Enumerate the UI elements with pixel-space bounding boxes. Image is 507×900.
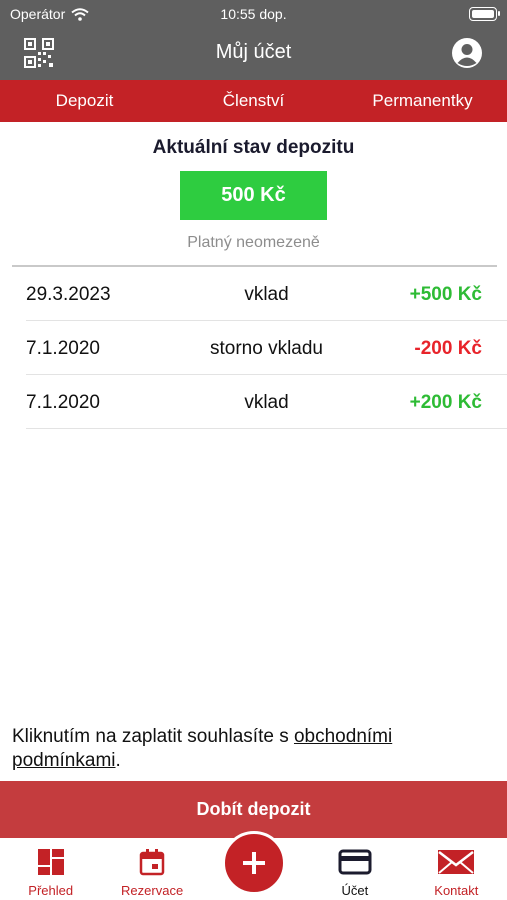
dashboard-icon bbox=[37, 849, 64, 875]
topup-button[interactable]: Dobít depozit bbox=[0, 781, 507, 838]
nav-item-reservations[interactable]: Rezervace bbox=[101, 838, 202, 900]
nav-label: Rezervace bbox=[121, 883, 184, 898]
transaction-row: 29.3.2023 vklad +500 Kč bbox=[26, 267, 507, 321]
terms-suffix: . bbox=[115, 750, 121, 771]
transaction-row: 7.1.2020 storno vkladu -200 Kč bbox=[26, 321, 507, 375]
add-button[interactable] bbox=[222, 831, 286, 895]
account-tabs: Depozit Členství Permanentky bbox=[0, 80, 507, 122]
validity-text: Platný neomezeně bbox=[187, 234, 320, 251]
transaction-type: storno vkladu bbox=[209, 338, 323, 359]
nav-bar: Můj účet bbox=[0, 28, 507, 80]
balance-badge: 500 Kč bbox=[180, 171, 327, 220]
plus-icon bbox=[243, 852, 265, 874]
mail-icon bbox=[438, 850, 475, 874]
nav-label: Účet bbox=[341, 883, 369, 898]
calendar-icon bbox=[139, 849, 165, 876]
clock: 10:55 dop. bbox=[220, 6, 287, 22]
page-title: Můj účet bbox=[215, 41, 292, 63]
transaction-list: 29.3.2023 vklad +500 Kč 7.1.2020 storno … bbox=[26, 267, 507, 429]
tab-membership[interactable]: Členství bbox=[169, 80, 338, 122]
transaction-amount: -200 Kč bbox=[414, 338, 482, 359]
terms-text: Kliknutím na zaplatit souhlasíte s bbox=[12, 726, 294, 747]
nav-item-contact[interactable]: Kontakt bbox=[406, 838, 507, 900]
nav-item-overview[interactable]: Přehled bbox=[0, 838, 101, 900]
terms-notice: Kliknutím na zaplatit souhlasíte s obcho… bbox=[12, 725, 477, 773]
transaction-amount: +200 Kč bbox=[409, 392, 482, 413]
tab-passes[interactable]: Permanentky bbox=[338, 80, 507, 122]
nav-label: Kontakt bbox=[434, 883, 479, 898]
tab-deposit[interactable]: Depozit bbox=[0, 80, 169, 122]
nav-item-account[interactable]: Účet bbox=[304, 838, 405, 900]
deposit-title: Aktuální stav depozitu bbox=[152, 137, 355, 158]
status-bar: Operátor 10:55 dop. bbox=[0, 0, 507, 28]
card-icon bbox=[338, 849, 372, 875]
transaction-amount: +500 Kč bbox=[409, 284, 482, 305]
profile-icon[interactable] bbox=[451, 37, 483, 69]
transaction-row: 7.1.2020 vklad +200 Kč bbox=[26, 375, 507, 429]
battery-icon bbox=[469, 7, 500, 21]
nav-label: Přehled bbox=[28, 883, 74, 898]
